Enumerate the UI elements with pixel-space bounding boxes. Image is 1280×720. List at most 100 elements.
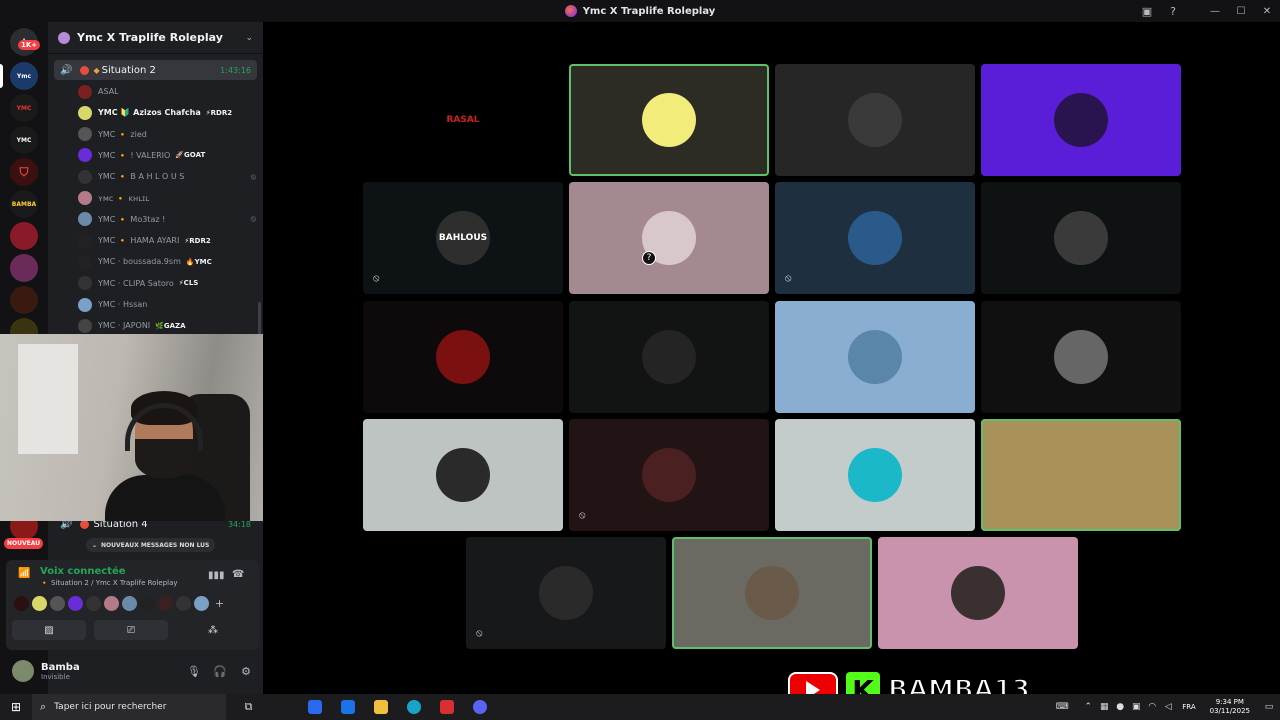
participant-avatar[interactable] [50,596,65,611]
help-icon[interactable]: ? [1160,0,1186,22]
outlook-icon[interactable] [331,694,364,720]
voice-member[interactable]: YMC · Hssan [78,295,256,314]
new-servers-badge[interactable]: NOUVEAU [4,538,44,549]
server-icon-shield[interactable]: ⛉ [10,158,38,186]
avatar [539,566,593,620]
microphone-tray-icon[interactable]: ● [1112,702,1128,712]
streamer-body [105,475,225,521]
participant-tile[interactable] [672,537,872,649]
participant-tile[interactable]: BAHLOUS ⦸ [363,182,563,294]
participant-avatar[interactable] [14,596,29,611]
voice-member[interactable]: YMC 🔸 zied [78,125,256,144]
participant-avatar[interactable] [158,596,173,611]
voice-channel-situation-2[interactable]: 🔊 ◆ Situation 2 1:43:16 [54,60,257,80]
server-icon-ymc-traplife[interactable]: Ymc [10,62,38,90]
discord-icon[interactable] [463,694,496,720]
participant-tile[interactable] [981,419,1181,531]
screen-share-button[interactable]: ⎚ [94,620,168,640]
taskbar-search[interactable]: ⌕ Taper ici pour rechercher [32,694,226,720]
signal-icon[interactable]: 📶 [18,568,30,579]
participant-tile[interactable] [569,301,769,413]
voice-member[interactable]: YMC 🔸 B A H L O U S ⦸ [78,167,256,186]
guild-header[interactable]: Ymc X Traplife Roleplay ⌄ [48,22,263,54]
network-icon[interactable]: ▦ [1096,702,1112,712]
wifi-icon[interactable]: ◠ [1144,702,1160,712]
disconnect-icon[interactable]: ☎ [232,569,244,580]
server-icon-purple[interactable] [10,254,38,282]
voice-member[interactable]: YMC 🔸 ! VALERIO 🚀GOAT [78,146,256,165]
participant-avatar[interactable] [68,596,83,611]
file-explorer-icon[interactable] [364,694,397,720]
participant-tile[interactable] [775,64,975,176]
chevron-up-icon[interactable]: ⌃ [1080,702,1096,712]
plus-icon[interactable]: + [212,596,227,611]
server-icon-red[interactable] [10,222,38,250]
participant-tile[interactable] [775,419,975,531]
participant-tile[interactable] [363,301,563,413]
voice-member[interactable]: ASAL [78,82,256,101]
notification-icon[interactable]: ▭ [1258,702,1280,712]
headphones-icon[interactable]: 🎧 [207,665,233,678]
store-icon[interactable] [298,694,331,720]
server-icon-ymc-roleplay-2[interactable]: YMC [10,126,38,154]
inbox-icon[interactable]: ▣ [1134,0,1160,22]
windows-start-icon[interactable]: ⊞ [0,694,32,720]
voice-channel-path[interactable]: 🔸 Situation 2 / Ymc X Traplife Roleplay [40,579,178,587]
participant-tile[interactable] [981,301,1181,413]
user-info[interactable]: Bamba Invisible [41,662,181,681]
participant-tile[interactable]: ⦸ [569,419,769,531]
participant-avatar[interactable] [176,596,191,611]
avatar[interactable] [12,660,34,682]
new-messages-pill[interactable]: ⌄ NOUVEAUX MESSAGES NON LUS [86,538,216,552]
participant-avatar[interactable] [140,596,155,611]
participant-tile[interactable]: ? [569,182,769,294]
voice-member[interactable]: YMC 🔸 HAMA AYARI ⚡RDR2 [78,231,256,250]
gear-icon[interactable]: ⚙ [233,665,259,678]
user-status: Invisible [41,672,70,681]
participant-avatar[interactable] [86,596,101,611]
participant-avatar[interactable] [122,596,137,611]
minimize-button[interactable]: — [1202,0,1228,22]
maximize-button[interactable]: ☐ [1228,0,1254,22]
activities-button[interactable]: ⁂ [176,620,250,640]
app-icon[interactable] [430,694,463,720]
voice-status[interactable]: Voix connectée [40,566,126,577]
participant-tile[interactable] [569,64,769,176]
volume-icon[interactable]: ◁ [1160,702,1176,712]
participant-tile[interactable]: ⦸ [775,182,975,294]
participant-avatar[interactable] [104,596,119,611]
server-icon-orange[interactable] [10,286,38,314]
participant-tile[interactable] [981,64,1181,176]
server-icon-bamba[interactable]: BAMBA [10,190,38,218]
edge-icon[interactable] [397,694,430,720]
voice-member[interactable]: YMC · CLIPA Satoro ⚡CLS [78,274,256,293]
muted-icon: ⦸ [250,214,256,224]
close-button[interactable]: ✕ [1254,0,1280,22]
voice-member[interactable]: YMC 🔰 Azizos Chafcha ⚡RDR2 [78,103,256,122]
participant-tile[interactable]: ⦸ [466,537,666,649]
clock[interactable]: 9:34 PM 03/11/2025 [1210,698,1250,716]
muted-icon: ⦸ [476,628,483,639]
participant-tile[interactable]: RASAL [363,64,563,176]
server-icon-ymc-roleplay[interactable]: YMC [10,94,38,122]
participant-tile[interactable] [981,182,1181,294]
muted-icon: ⦸ [785,273,792,284]
copilot-icon[interactable] [265,694,298,720]
participant-avatar[interactable] [194,596,209,611]
voice-member[interactable]: YMC · boussada.9sm 🔥YMC [78,252,256,271]
participant-avatar[interactable] [32,596,47,611]
voice-member[interactable]: ʏᴍᴄ 🔸 ᴋʜʟɪʟ [78,189,256,208]
member-name: ASAL [98,87,119,96]
noise-suppression-icon[interactable]: ▮▮▮ [208,570,225,581]
voice-member[interactable]: YMC 🔸 Mo3taz ! ⦸ [78,210,256,229]
keyboard-icon[interactable]: ⌨ [1054,702,1070,712]
shield-tray-icon[interactable]: ▣ [1128,702,1144,712]
voice-member[interactable]: YMC · JAPONI 🌿GAZA [78,316,256,335]
language-indicator[interactable]: FRA [1182,703,1195,711]
task-view-icon[interactable]: ⧉ [232,694,265,720]
participant-tile[interactable] [363,419,563,531]
camera-off-button[interactable]: ▨ [12,620,86,640]
participant-tile[interactable] [775,301,975,413]
participant-tile[interactable] [878,537,1078,649]
microphone-icon[interactable]: 🎙 [181,665,207,678]
